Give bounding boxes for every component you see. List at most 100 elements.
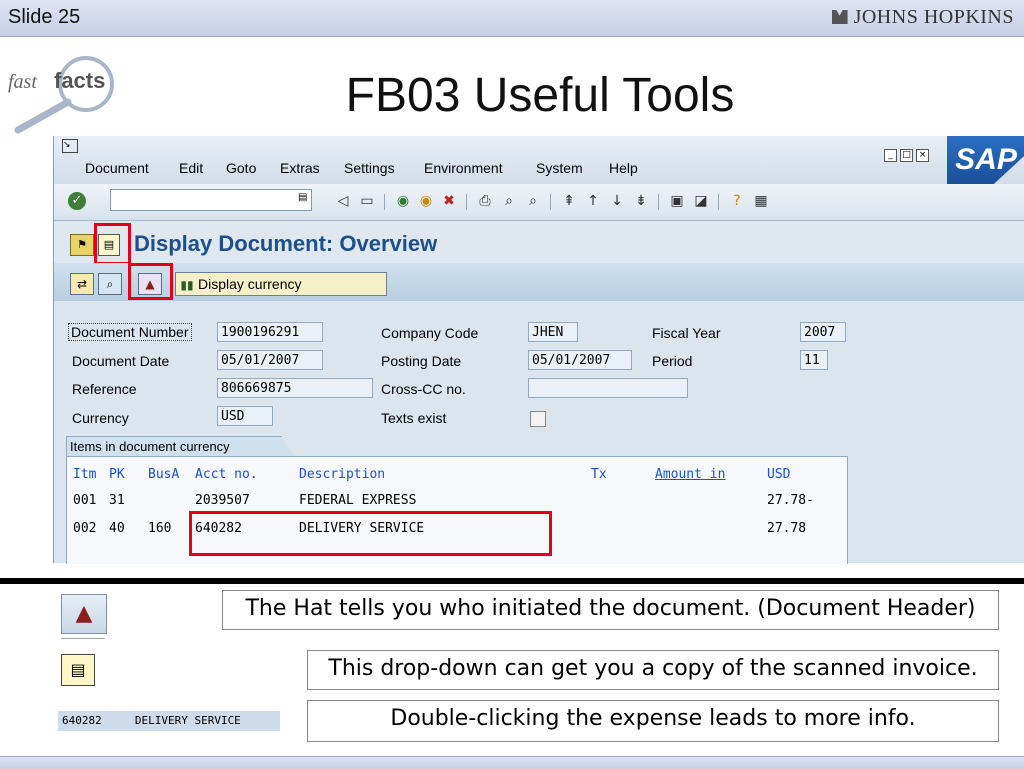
note-hat: The Hat tells you who initiated the docu… <box>222 590 999 630</box>
menu-goto[interactable]: Goto <box>226 160 256 176</box>
toolbar-separator <box>466 194 467 210</box>
screen-title: Display Document: Overview <box>134 231 438 256</box>
items-tab[interactable]: Items in document currency <box>66 436 295 457</box>
col-currency-header[interactable]: USD <box>767 467 790 482</box>
layout-icon[interactable]: ▦ <box>752 192 770 210</box>
document-date-field[interactable]: 05/01/2007 <box>217 350 323 370</box>
previous-page-icon[interactable]: ↑ <box>584 192 602 210</box>
document-number-field[interactable]: 1900196291 <box>217 322 323 342</box>
display-currency-label: Display currency <box>198 276 302 292</box>
back-icon[interactable]: ◉ <box>394 192 412 210</box>
menu-settings[interactable]: Settings <box>344 160 395 176</box>
exit-icon[interactable]: ◉ <box>417 192 435 210</box>
fastfacts-text-fast: fast <box>8 71 37 93</box>
command-history-icon[interactable]: ▤ <box>298 192 308 206</box>
texts-exist-checkbox[interactable] <box>530 411 546 427</box>
row-pk: 40 <box>109 521 125 536</box>
company-code-label: Company Code <box>381 325 479 341</box>
close-icon[interactable]: × <box>916 149 929 162</box>
note-expense: Double-clicking the expense leads to mor… <box>307 700 999 742</box>
last-page-icon[interactable]: ⇟ <box>632 192 650 210</box>
col-description-header[interactable]: Description <box>299 467 385 482</box>
hat-icon: ▲ <box>61 594 107 634</box>
slide-footer-bar <box>0 756 1024 769</box>
col-tx-header[interactable]: Tx <box>591 467 607 482</box>
row-acct: 2039507 <box>195 493 250 508</box>
menu-system[interactable]: System <box>536 160 583 176</box>
help-icon[interactable]: ? <box>728 192 746 210</box>
logo-text: JOHNS HOPKINS <box>853 6 1014 28</box>
document-number-label: Document Number <box>68 323 192 341</box>
display-change-icon[interactable]: ⇄ <box>70 273 94 295</box>
expense-line-snippet: 640282 DELIVERY SERVICE <box>58 711 280 731</box>
shield-icon <box>831 10 848 24</box>
col-amount-header[interactable]: Amount in <box>655 467 725 482</box>
new-session-icon[interactable]: ▣ <box>668 192 686 210</box>
menu-edit[interactable]: Edit <box>179 160 203 176</box>
johns-hopkins-logo: JOHNS HOPKINS <box>831 6 1014 29</box>
maximize-icon[interactable]: □ <box>900 149 913 162</box>
currency-field[interactable]: USD <box>217 406 273 426</box>
back-arrow-icon[interactable]: ◁ <box>334 192 352 210</box>
row-pk: 31 <box>109 493 125 508</box>
highlight-dropdown-box <box>94 223 131 265</box>
cross-cc-field[interactable] <box>528 378 688 398</box>
fastfacts-text-facts: facts <box>54 68 105 93</box>
col-acct-header[interactable]: Acct no. <box>195 467 258 482</box>
row-busa: 160 <box>148 521 172 536</box>
currency-label: Currency <box>72 410 129 426</box>
menu-help[interactable]: Help <box>609 160 638 176</box>
col-busa-header[interactable]: BusA <box>148 467 179 482</box>
cancel-icon[interactable]: ✖ <box>440 192 458 210</box>
menu-environment[interactable]: Environment <box>424 160 503 176</box>
texts-exist-label: Texts exist <box>381 410 447 426</box>
fiscal-year-label: Fiscal Year <box>652 325 721 341</box>
posting-date-label: Posting Date <box>381 353 462 369</box>
toolbar-separator <box>384 194 385 210</box>
enter-check-icon[interactable]: ✓ <box>68 192 86 210</box>
other-document-icon[interactable]: ⚑ <box>70 234 94 256</box>
slide-number: Slide 25 <box>8 6 81 28</box>
fiscal-year-field[interactable]: 2007 <box>800 322 846 342</box>
screen-title-bar: ⚑ ▤ Display Document: Overview <box>54 221 1024 265</box>
document-dropdown-icon: ▤ <box>61 654 95 686</box>
find-next-icon[interactable]: ⌕ <box>524 192 542 210</box>
next-page-icon[interactable]: ↓ <box>608 192 626 210</box>
row-itm: 002 <box>73 521 97 536</box>
icon-underline <box>61 638 105 639</box>
cross-cc-label: Cross-CC no. <box>381 381 466 397</box>
highlight-hat-box <box>128 263 173 300</box>
period-label: Period <box>652 353 693 369</box>
minimize-icon[interactable]: _ <box>884 149 897 162</box>
reference-field[interactable]: 806669875 <box>217 378 373 398</box>
search-icon[interactable]: ⌕ <box>98 273 122 295</box>
command-field[interactable] <box>110 189 312 211</box>
display-currency-button[interactable]: ▮▮ Display currency <box>175 272 387 296</box>
first-page-icon[interactable]: ⇞ <box>560 192 578 210</box>
menu-system-icon[interactable]: ↘ <box>62 139 78 153</box>
period-field[interactable]: 11 <box>800 350 828 370</box>
company-code-field[interactable]: JHEN <box>528 322 578 342</box>
slide-title: FB03 Useful Tools <box>345 69 735 122</box>
save-icon[interactable]: ▭ <box>358 192 376 210</box>
posting-date-field[interactable]: 05/01/2007 <box>528 350 632 370</box>
row-itm: 001 <box>73 493 97 508</box>
shortcut-icon[interactable]: ◪ <box>692 192 710 210</box>
menu-extras[interactable]: Extras <box>280 160 320 176</box>
toolbar-separator <box>550 194 551 210</box>
print-icon[interactable]: ⎙ <box>476 192 494 210</box>
toolbar-separator <box>718 194 719 210</box>
reference-label: Reference <box>72 381 137 397</box>
row-amount: 27.78 <box>767 521 807 536</box>
row-description: FEDERAL EXPRESS <box>299 493 417 508</box>
col-itm-header[interactable]: Itm <box>73 467 96 482</box>
fastfacts-logo: fast facts <box>8 56 114 134</box>
document-date-label: Document Date <box>72 353 170 369</box>
menu-document[interactable]: Document <box>85 160 149 176</box>
window-controls: _ □ × <box>884 142 932 162</box>
table-row[interactable]: 001 31 2039507 FEDERAL EXPRESS 27.78- <box>67 489 847 513</box>
application-toolbar: ⇄ ⌕ ▲ ▮▮ Display currency <box>54 263 1024 301</box>
col-pk-header[interactable]: PK <box>109 467 125 482</box>
row-amount: 27.78- <box>767 493 814 508</box>
find-icon[interactable]: ⌕ <box>500 192 518 210</box>
